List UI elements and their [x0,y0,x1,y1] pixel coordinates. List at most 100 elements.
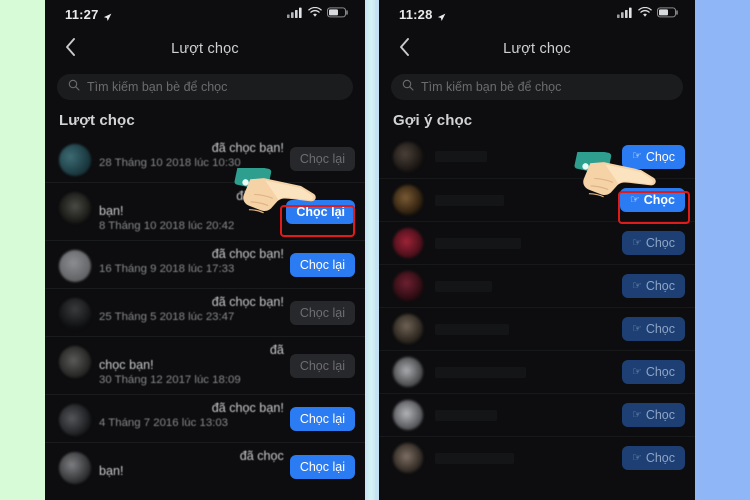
poke-button-label: Chọc [645,408,675,422]
poke-back-button[interactable]: Chọc lại [289,300,355,325]
poke-timestamp: 30 Tháng 12 2017 lúc 18:09 [99,374,241,386]
location-arrow-icon [437,10,446,21]
cellular-signal-icon [287,5,303,23]
poke-row-body: đã chọc bạn! 25 Tháng 5 2018 lúc 23:47 [91,295,290,325]
poke-button[interactable]: ☞ Chọc [621,144,685,169]
section-title: Gợi ý chọc [393,112,473,129]
poke-suggestion-row[interactable]: ☞ Chọc [379,221,695,264]
poke-back-button[interactable]: Chọc lại [289,146,355,171]
avatar[interactable] [59,250,91,282]
avatar[interactable] [393,185,423,215]
avatar[interactable] [59,404,91,436]
poke-row-body: đã chọc bạn! 8 Tháng 10 2018 lúc 20:42 [91,189,286,234]
pointing-hand-glyph-icon: ☞ [631,408,642,421]
avatar[interactable] [393,141,423,172]
poke-message-line-2: chọc bạn! [99,358,154,372]
friend-name-redacted [435,366,526,378]
avatar[interactable] [59,192,91,224]
poke-history-row[interactable]: đã chọc bạn! 8 Tháng 10 2018 lúc 20:42 Chọc… [45,182,365,240]
poke-back-button[interactable]: Chọc lại [289,252,355,277]
poke-row-body: đã chọc bạn! 28 Tháng 10 2018 lúc 10:30 [91,141,290,171]
battery-icon [657,5,679,23]
poke-button[interactable]: ☞ Chọc [621,446,685,470]
chevron-left-icon [65,37,76,61]
poke-history-row[interactable]: đã chọc bạn! 16 Tháng 9 2018 lúc 17:33 Chọ… [45,240,365,288]
search-input[interactable]: Tìm kiếm bạn bè để chọc [391,74,683,100]
poke-suggestion-row[interactable]: ☞ Chọc [379,393,695,436]
wifi-icon [308,5,322,23]
poke-suggestion-row[interactable]: ☞ Chọc [379,307,695,350]
poke-history-row[interactable]: đã chọc bạn! 4 Tháng 7 2016 lúc 13:03 Chọc… [45,394,365,442]
navigation-bar: Lượt chọc [45,28,365,70]
search-placeholder: Tìm kiếm bạn bè để chọc [87,80,228,94]
status-bar-time-group: 11:28 [399,7,446,22]
poke-history-row[interactable]: đã chọc bạn! 30 Tháng 12 2017 lúc 18:09 Chọ… [45,336,365,394]
screenshot-stage: 11:27 Lượt chọc Tìm kiếm bạn bè để chọc … [0,0,750,500]
poke-history-row[interactable]: đã chọc bạn! 28 Tháng 10 2018 lúc 10:30 Ch… [45,135,365,182]
status-bar-time: 11:28 [399,6,433,22]
friend-name-redacted [435,280,492,292]
poke-row-body: đã chọc bạn! 4 Tháng 7 2016 lúc 13:03 [91,401,290,431]
wifi-icon [638,5,652,23]
poke-timestamp: 4 Tháng 7 2016 lúc 13:03 [99,417,228,429]
poke-back-button[interactable]: Chọc lại [286,199,355,224]
poke-button-label: Chọc [645,236,675,250]
poke-message-line-1: đã chọc bạn! [211,247,284,261]
status-bar: 11:27 [45,0,365,28]
avatar[interactable] [393,314,423,344]
location-arrow-icon [103,10,112,21]
chevron-left-icon [399,37,410,61]
poke-message-line-1: đã chọc bạn! [211,141,284,155]
poke-back-button[interactable]: Chọc lại [289,406,355,431]
avatar[interactable] [59,144,91,176]
search-input[interactable]: Tìm kiếm bạn bè để chọc [57,74,353,100]
poke-back-button[interactable]: Chọc lại [289,353,355,378]
poke-suggestion-row[interactable]: ☞ Chọc [379,178,695,221]
poke-suggestion-row[interactable]: ☞ Chọc [379,350,695,393]
poke-message-line-1: đã chọc [236,189,281,203]
poke-timestamp: 8 Tháng 10 2018 lúc 20:42 [99,220,235,232]
avatar[interactable] [393,271,423,301]
poke-timestamp: 28 Tháng 10 2018 lúc 10:30 [99,157,241,169]
back-button[interactable] [393,37,415,61]
poke-suggestion-row[interactable]: ☞ Chọc [379,436,695,479]
avatar[interactable] [59,346,91,378]
poke-button-label: Chọc [645,149,675,164]
poke-row-body: đã chọc bạn! [91,449,290,479]
back-button[interactable] [59,37,81,61]
poke-message-line-2: bạn! [99,204,124,218]
poke-history-list: đã chọc bạn! 28 Tháng 10 2018 lúc 10:30 Ch… [45,135,365,490]
poke-suggestion-row[interactable]: ☞ Chọc [379,264,695,307]
poke-row-body: đã chọc bạn! 30 Tháng 12 2017 lúc 18:09 [91,343,290,388]
avatar[interactable] [393,357,423,387]
pointing-hand-glyph-icon: ☞ [631,279,642,292]
poke-history-row[interactable]: đã chọc bạn! Chọc lại [45,442,365,490]
poke-timestamp: 25 Tháng 5 2018 lúc 23:47 [99,311,235,323]
poke-suggestion-list: ☞ Chọc ☞ Chọc ☞ Chọc ☞ Chọc ☞ Chọc ☞ Chọc ☞ Chọc ☞ Chọc [379,135,695,479]
page-title: Lượt chọc [171,41,239,57]
poke-button[interactable]: ☞ Chọc [621,274,685,298]
status-bar-time-group: 11:27 [65,7,112,22]
poke-back-button[interactable]: Chọc lại [289,454,355,479]
avatar[interactable] [59,452,91,484]
poke-button[interactable]: ☞ Chọc [621,403,685,427]
avatar[interactable] [59,298,91,330]
friend-name-redacted [435,409,497,421]
poke-button[interactable]: ☞ Chọc [621,360,685,384]
search-placeholder: Tìm kiếm bạn bè để chọc [421,80,562,94]
friend-name-redacted [435,194,504,206]
avatar[interactable] [393,443,423,473]
poke-button-label: Chọc [645,279,675,293]
status-bar-time: 11:27 [65,6,99,22]
friend-name-redacted [435,452,514,464]
avatar[interactable] [393,228,423,258]
poke-history-row[interactable]: đã chọc bạn! 25 Tháng 5 2018 lúc 23:47 Chọ… [45,288,365,336]
avatar[interactable] [393,400,423,430]
poke-button-label: Chọc [645,451,675,465]
cellular-signal-icon [617,5,633,23]
poke-button[interactable]: ☞ Chọc [621,317,685,341]
poke-button[interactable]: ☞ Chọc [621,231,685,255]
poke-suggestion-row[interactable]: ☞ Chọc [379,135,695,178]
poke-button[interactable]: ☞ Chọc [619,188,685,212]
pointing-hand-glyph-icon: ☞ [629,193,640,206]
